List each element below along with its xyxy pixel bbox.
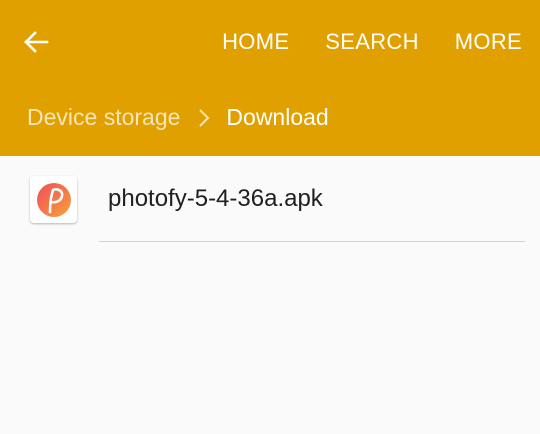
breadcrumb-device-storage[interactable]: Device storage — [27, 104, 180, 131]
home-button[interactable]: HOME — [204, 29, 307, 55]
row-divider — [99, 241, 525, 242]
search-button[interactable]: SEARCH — [307, 29, 437, 55]
file-name: photofy-5-4-36a.apk — [108, 185, 323, 212]
chevron-right-icon — [198, 108, 210, 128]
header-actions: HOME SEARCH MORE — [204, 22, 540, 62]
file-list-item[interactable]: photofy-5-4-36a.apk — [0, 156, 540, 244]
breadcrumb-download: Download — [226, 104, 329, 130]
breadcrumb: Device storage Download — [27, 104, 329, 131]
photofy-app-icon — [30, 176, 77, 223]
more-button[interactable]: MORE — [437, 29, 540, 55]
app-header: HOME SEARCH MORE Device storage Download — [0, 0, 540, 156]
arrow-left-icon — [24, 31, 49, 53]
back-button[interactable] — [16, 22, 56, 62]
